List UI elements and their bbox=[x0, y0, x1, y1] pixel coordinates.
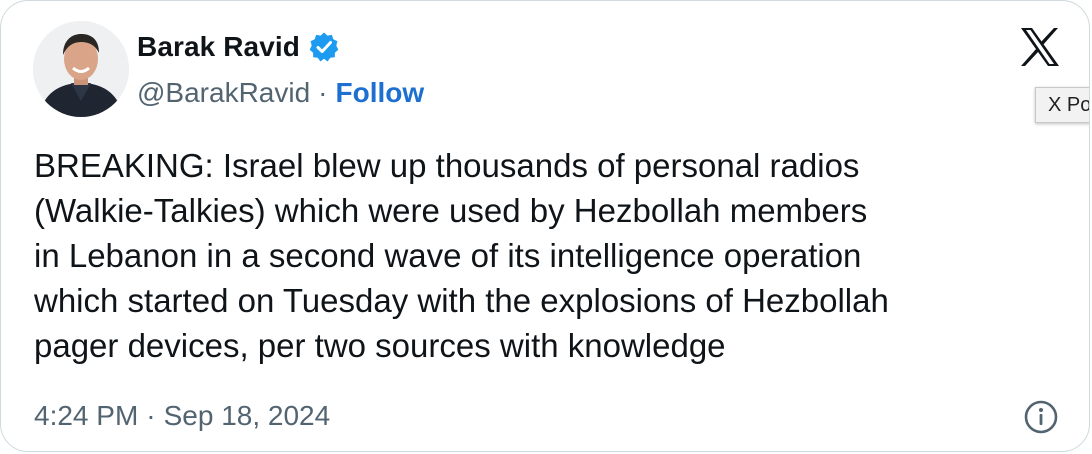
tweet-date[interactable]: Sep 18, 2024 bbox=[164, 400, 331, 432]
tweet-text-line: BREAKING: Israel blew up thousands of pe… bbox=[34, 147, 860, 184]
info-icon[interactable] bbox=[1023, 399, 1059, 435]
tooltip: X Po bbox=[1035, 87, 1089, 123]
tweet-embed-card: Barak Ravid @BarakRavid · Follow X Po BR… bbox=[0, 0, 1090, 452]
tweet-timestamp-row[interactable]: 4:24 PM · Sep 18, 2024 bbox=[34, 396, 330, 436]
x-logo-icon[interactable] bbox=[1019, 27, 1061, 67]
author-handle[interactable]: @BarakRavid bbox=[137, 77, 310, 109]
tweet-text-line: pager devices, per two sources with know… bbox=[34, 327, 726, 364]
tweet-time[interactable]: 4:24 PM bbox=[34, 400, 138, 432]
separator-dot: · bbox=[146, 400, 156, 431]
separator-dot: · bbox=[318, 77, 328, 108]
tweet-text-line: (Walkie-Talkies) which were used by Hezb… bbox=[34, 192, 868, 229]
tweet-text: BREAKING: Israel blew up thousands of pe… bbox=[34, 143, 1074, 368]
avatar[interactable] bbox=[33, 21, 129, 117]
author-name-row: Barak Ravid bbox=[137, 27, 340, 67]
tweet-text-line: in Lebanon in a second wave of its intel… bbox=[34, 237, 862, 274]
author-display-name[interactable]: Barak Ravid bbox=[137, 31, 300, 63]
avatar-photo bbox=[33, 21, 129, 117]
author-handle-row: @BarakRavid · Follow bbox=[137, 73, 424, 113]
verified-badge-icon bbox=[308, 31, 340, 63]
tweet-text-line: which started on Tuesday with the explos… bbox=[34, 282, 889, 319]
follow-button[interactable]: Follow bbox=[335, 77, 424, 109]
